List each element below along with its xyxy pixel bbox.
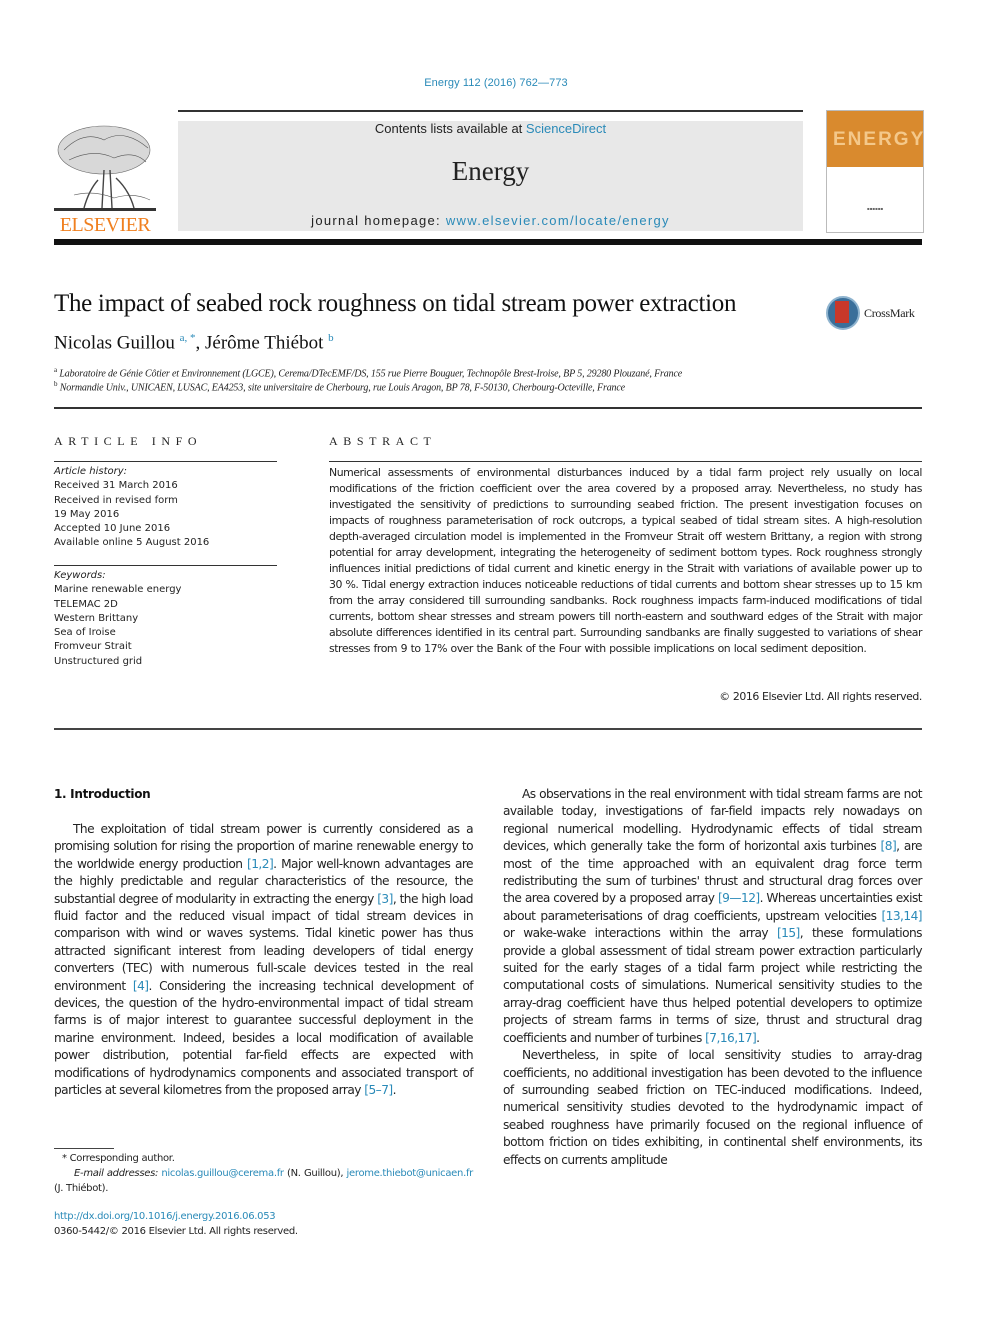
affiliation-a: a Laboratoire de Génie Côtier et Environ…	[54, 366, 682, 379]
crossmark-label: CrossMark	[864, 306, 915, 320]
citation-link[interactable]: [15]	[777, 926, 800, 940]
abstract-text: Numerical assessments of environmental d…	[329, 466, 922, 655]
citation-link[interactable]: [8]	[881, 839, 897, 853]
journal-name: Energy	[451, 156, 530, 186]
keyword-item: Unstructured grid	[54, 655, 143, 667]
keywords: Keywords: Marine renewable energy TELEMA…	[54, 569, 181, 669]
citation-link[interactable]: [5–7]	[364, 1083, 393, 1097]
body-text: .	[392, 1083, 397, 1098]
cover-publisher-mark: ▪▪▪▪▪▪	[866, 206, 884, 211]
body-text: , the high load fluid factor and the red…	[54, 891, 474, 993]
citation-link[interactable]: [7,16,17]	[705, 1031, 757, 1045]
history-item: Received in revised form	[54, 494, 178, 506]
article-history: Article history: Received 31 March 2016 …	[54, 465, 209, 551]
abstract-copyright: © 2016 Elsevier Ltd. All rights reserved…	[719, 690, 922, 703]
affiliation-text: Normandie Univ., UNICAEN, LUSAC, EA4253,…	[59, 382, 625, 394]
homepage-prefix: journal homepage:	[311, 213, 446, 228]
author-affiliation-link[interactable]: b	[328, 332, 334, 344]
section-heading-introduction: 1. Introduction	[54, 787, 151, 801]
header-top-rule	[178, 110, 803, 112]
sciencedirect-link[interactable]: ScienceDirect	[526, 121, 606, 136]
email-link[interactable]: nicolas.guillou@cerema.fr	[161, 1168, 284, 1179]
header-thick-rule	[54, 239, 922, 245]
email-owner: (J. Thiébot).	[54, 1183, 109, 1194]
divider	[54, 728, 922, 730]
article-history-label: Article history:	[54, 466, 128, 477]
body-paragraph: The exploitation of tidal stream power i…	[54, 821, 474, 1100]
affiliation-key: b	[54, 380, 58, 388]
body-paragraph: Nevertheless, in spite of local sensitiv…	[503, 1047, 923, 1169]
divider	[54, 565, 277, 566]
elsevier-wordmark: ELSEVIER	[59, 214, 151, 236]
keyword-item: Sea of Iroise	[54, 627, 116, 639]
citation-link[interactable]: [13,14]	[881, 909, 922, 923]
author-name: Nicolas Guillou	[54, 332, 175, 354]
body-text: . Considering the increasing technical d…	[54, 978, 474, 1098]
email-link[interactable]: jerome.thiebot@unicaen.fr	[347, 1168, 474, 1179]
email-footnote: E-mail addresses: nicolas.guillou@cerema…	[54, 1166, 473, 1196]
affiliation-b: b Normandie Univ., UNICAEN, LUSAC, EA425…	[54, 380, 625, 393]
divider	[54, 461, 277, 462]
body-text: , these formulations provide a global as…	[503, 926, 923, 1045]
affiliation-text: Laboratoire de Génie Côtier et Environne…	[59, 368, 683, 380]
history-item: Accepted 10 June 2016	[54, 523, 171, 535]
crossmark-button[interactable]: CrossMark	[826, 296, 922, 336]
contents-line: Contents lists available at ScienceDirec…	[178, 121, 803, 136]
divider	[54, 407, 922, 409]
cover-title: ENERGY	[833, 129, 926, 150]
citation-link[interactable]: [4]	[133, 979, 149, 993]
keyword-item: Fromveur Strait	[54, 641, 132, 653]
journal-homepage-link[interactable]: www.elsevier.com/locate/energy	[446, 213, 670, 228]
email-label: E-mail addresses:	[74, 1168, 159, 1179]
author-affiliation-link[interactable]: a, *	[180, 332, 196, 344]
keyword-item: TELEMAC 2D	[54, 598, 118, 610]
keyword-item: Marine renewable energy	[54, 584, 182, 596]
journal-homepage-line: journal homepage: www.elsevier.com/locat…	[178, 213, 803, 228]
article-title: The impact of seabed rock roughness on t…	[54, 290, 737, 317]
issn-copyright: 0360-5442/© 2016 Elsevier Ltd. All right…	[54, 1226, 298, 1237]
body-text: Nevertheless, in spite of local sensitiv…	[503, 1048, 923, 1167]
crossmark-ribbon-icon	[835, 301, 849, 323]
email-owner: (N. Guillou),	[283, 1168, 347, 1179]
corresponding-author-note: * Corresponding author.	[62, 1153, 175, 1164]
citation-link[interactable]: [1,2]	[247, 857, 274, 871]
abstract-heading: ABSTRACT	[329, 434, 437, 448]
body-text: As observations in the real environment …	[503, 787, 923, 854]
body-column-left: The exploitation of tidal stream power i…	[54, 821, 474, 1100]
article-info-heading: ARTICLE INFO	[54, 434, 203, 448]
body-text: or wake-wake interactions within the arr…	[503, 926, 777, 941]
citation-link[interactable]: [3]	[377, 892, 393, 906]
history-item: 19 May 2016	[54, 508, 120, 520]
history-item: Received 31 March 2016	[54, 480, 178, 492]
contents-prefix: Contents lists available at	[374, 121, 526, 136]
body-paragraph: As observations in the real environment …	[503, 786, 923, 1047]
footnote-rule	[54, 1148, 114, 1149]
journal-cover-thumbnail[interactable]: ENERGY ▪▪▪▪▪▪	[826, 110, 924, 233]
doi-link[interactable]: http://dx.doi.org/10.1016/j.energy.2016.…	[54, 1211, 276, 1222]
affiliation-key: a	[54, 366, 57, 374]
citation-link[interactable]: [9—12]	[718, 891, 760, 905]
history-item: Available online 5 August 2016	[54, 537, 210, 549]
keyword-item: Western Brittany	[54, 612, 139, 624]
body-column-right: As observations in the real environment …	[503, 786, 923, 1169]
author-name: Jérôme Thiébot	[205, 332, 324, 354]
keywords-label: Keywords:	[54, 570, 106, 581]
journal-citation-link[interactable]: Energy 112 (2016) 762—773	[0, 77, 992, 89]
author-list: Nicolas Guillou a, *, Jérôme Thiébot b	[54, 332, 334, 354]
divider	[329, 461, 922, 462]
body-text: .	[756, 1030, 760, 1045]
